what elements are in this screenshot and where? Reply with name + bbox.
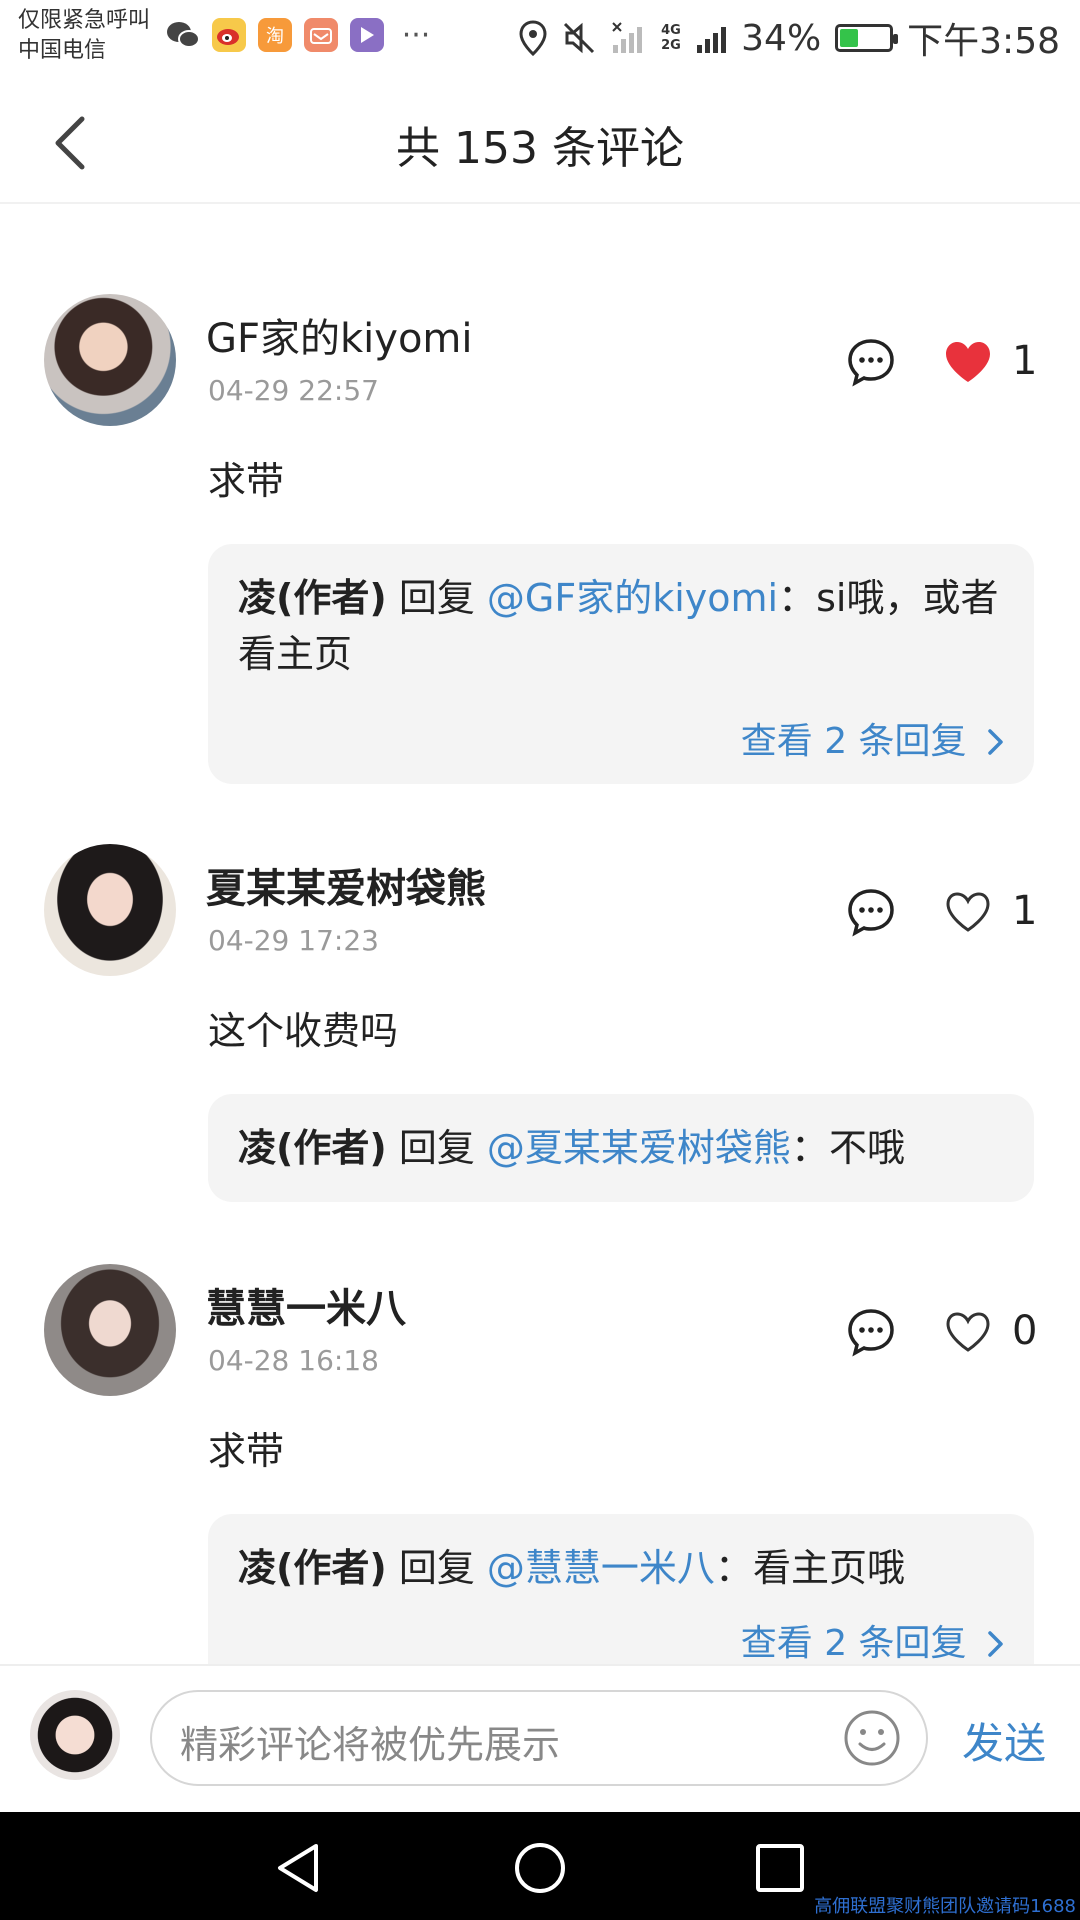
reply-content: ：不哦 <box>790 1126 905 1170</box>
comment-text: 求带 <box>208 1429 285 1473</box>
heart-outline-icon[interactable] <box>944 1310 992 1354</box>
weibo-icon <box>212 18 246 52</box>
reply-author: 凌(作者) <box>238 1546 387 1590</box>
reply-mention[interactable]: @夏某某爱树袋熊 <box>487 1126 791 1170</box>
clock: 下午3:58 <box>907 21 1060 62</box>
author-reply[interactable]: 凌(作者) 回复 @GF家的kiyomi：si哦，或者看主页 查看 2 条回复 <box>208 544 1034 784</box>
system-status: 4G 2G 34% 下午3:58 <box>519 12 1060 64</box>
avatar[interactable] <box>44 294 176 426</box>
comment-input[interactable]: 精彩评论将被优先展示 <box>150 1690 928 1786</box>
reply-content: ：看主页哦 <box>714 1546 905 1590</box>
status-bar: 仅限紧急呼叫 中国电信 淘 ··· 4G 2G 34% 下午3:58 <box>0 0 1080 84</box>
my-avatar[interactable] <box>30 1690 120 1780</box>
comment-timestamp: 04-28 16:18 <box>208 1344 379 1377</box>
signal-icon <box>612 22 643 53</box>
carrier-line-emergency: 仅限紧急呼叫 <box>18 8 151 33</box>
avatar[interactable] <box>44 1264 176 1396</box>
view-replies-label: 查看 2 条回复 <box>740 721 967 762</box>
battery-percent: 34% <box>741 17 822 59</box>
nav-recents-icon[interactable] <box>752 1840 808 1896</box>
send-button[interactable]: 发送 <box>962 1710 1046 1771</box>
notification-icons: 淘 ··· <box>166 17 436 53</box>
watermark: 高佣联盟聚财熊团队邀请码1688 <box>814 1896 1076 1917</box>
reply-verb: 回复 <box>386 576 487 620</box>
taobao-icon: 淘 <box>258 18 292 52</box>
view-replies-link[interactable]: 查看 2 条回复 <box>741 712 1006 764</box>
mute-icon <box>564 22 595 54</box>
reply-mention[interactable]: @慧慧一米八 <box>487 1546 715 1590</box>
comment-item: 慧慧一米八 04-28 16:18 0 求带 凌(作者) 回复 @慧慧一米八：看… <box>0 1262 1080 1664</box>
comments-header: 共 153 条评论 <box>0 84 1080 204</box>
comment-username[interactable]: 夏某某爱树袋熊 <box>206 856 486 914</box>
battery-icon <box>835 24 899 52</box>
comment-timestamp: 04-29 17:23 <box>208 924 379 957</box>
comment-reply-icon[interactable] <box>846 1307 896 1357</box>
emoji-icon[interactable] <box>842 1708 902 1768</box>
comment-item: 夏某某爱树袋熊 04-29 17:23 1 这个收费吗 凌(作者) 回复 @夏某… <box>0 842 1080 1202</box>
nav-home-icon[interactable] <box>512 1840 568 1896</box>
avatar[interactable] <box>44 844 176 976</box>
more-icon: ··· <box>401 17 431 53</box>
comment-text: 这个收费吗 <box>208 1009 399 1053</box>
page-title: 共 153 条评论 <box>396 123 684 174</box>
author-reply[interactable]: 凌(作者) 回复 @慧慧一米八：看主页哦 查看 2 条回复 <box>208 1514 1034 1664</box>
reply-text: 凌(作者) 回复 @慧慧一米八：看主页哦 <box>238 1540 1004 1596</box>
heart-outline-icon[interactable] <box>944 890 992 934</box>
like-count: 0 <box>1012 1308 1038 1354</box>
comment-item: GF家的kiyomi 04-29 22:57 1 求带 凌(作者) 回复 @GF… <box>0 292 1080 792</box>
comment-input-bar: 精彩评论将被优先展示 发送 <box>0 1664 1080 1812</box>
reply-verb: 回复 <box>386 1546 487 1590</box>
network-type: 4G 2G <box>661 23 681 53</box>
view-replies-link[interactable]: 查看 2 条回复 <box>741 1614 1006 1664</box>
comment-input-placeholder: 精彩评论将被优先展示 <box>180 1723 561 1767</box>
mail-app-icon <box>304 18 338 52</box>
author-reply[interactable]: 凌(作者) 回复 @夏某某爱树袋熊：不哦 <box>208 1094 1034 1202</box>
reply-mention[interactable]: @GF家的kiyomi <box>487 576 778 620</box>
signal-strength-icon <box>697 27 727 53</box>
location-icon <box>519 20 547 56</box>
heart-filled-icon[interactable] <box>944 340 992 384</box>
comment-timestamp: 04-29 22:57 <box>208 374 379 407</box>
view-replies-label: 查看 2 条回复 <box>740 1623 967 1664</box>
reply-author: 凌(作者) <box>238 1126 387 1170</box>
reply-verb: 回复 <box>386 1126 487 1170</box>
system-nav-bar: 高佣联盟聚财熊团队邀请码1688 <box>0 1812 1080 1920</box>
carrier-info: 仅限紧急呼叫 中国电信 <box>18 6 150 66</box>
video-app-icon <box>350 18 384 52</box>
carrier-line-name: 中国电信 <box>18 38 107 63</box>
nav-back-icon[interactable] <box>272 1840 328 1896</box>
comment-reply-icon[interactable] <box>846 337 896 387</box>
reply-author: 凌(作者) <box>238 576 387 620</box>
like-count: 1 <box>1012 338 1038 384</box>
comment-username[interactable]: 慧慧一米八 <box>206 1276 406 1334</box>
comment-reply-icon[interactable] <box>846 887 896 937</box>
chevron-right-icon <box>988 729 1003 755</box>
wechat-icon <box>166 18 200 52</box>
comment-text: 求带 <box>208 459 285 503</box>
reply-text: 凌(作者) 回复 @夏某某爱树袋熊：不哦 <box>238 1120 1004 1176</box>
reply-text: 凌(作者) 回复 @GF家的kiyomi：si哦，或者看主页 <box>238 570 1004 682</box>
chevron-right-icon <box>988 1631 1003 1657</box>
comment-username[interactable]: GF家的kiyomi <box>206 306 473 364</box>
like-count: 1 <box>1012 888 1038 934</box>
